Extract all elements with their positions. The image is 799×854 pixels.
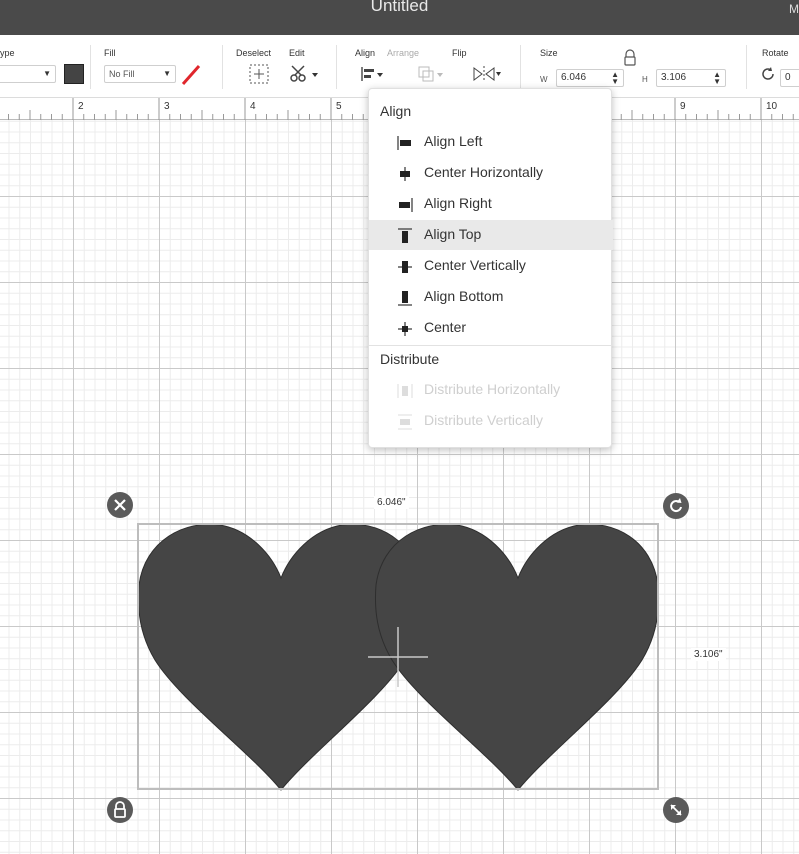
- menu-item-align-left[interactable]: Align Left: [369, 127, 613, 157]
- menu-item-label: Center: [424, 319, 467, 335]
- width-dimension-label: 6.046": [374, 496, 409, 509]
- align-menu-heading: Align: [380, 103, 412, 119]
- resize-arrows-icon: [670, 804, 682, 816]
- menu-item-label: Center Vertically: [424, 257, 526, 273]
- resize-handle[interactable]: [663, 797, 689, 823]
- center-horizontally-icon: [400, 167, 410, 181]
- distribute-menu-heading: Distribute: [380, 351, 440, 367]
- menu-item-distribute-vertically[interactable]: Distribute Vertically: [369, 406, 613, 436]
- menu-item-label: Align Left: [424, 133, 483, 149]
- delete-handle[interactable]: [107, 492, 133, 518]
- align-left-icon: [397, 136, 411, 150]
- lock-icon: [114, 801, 126, 818]
- menu-item-label: Distribute Horizontally: [424, 381, 561, 397]
- align-right-icon: [399, 198, 413, 212]
- rotate-handle[interactable]: [663, 493, 689, 519]
- center-vertically-icon: [398, 261, 412, 273]
- align-dropdown-menu: Align Align Left Center Horizontally Ali…: [368, 88, 613, 448]
- menu-item-label: Align Right: [424, 195, 492, 211]
- lock-handle[interactable]: [107, 797, 133, 823]
- menu-item-align-bottom[interactable]: Align Bottom: [369, 282, 613, 312]
- height-dimension-label: 3.106": [691, 648, 726, 661]
- selection-bounding-box: [137, 523, 659, 790]
- menu-item-align-right[interactable]: Align Right: [369, 189, 613, 219]
- menu-divider: [369, 345, 613, 346]
- menu-item-align-top[interactable]: Align Top: [369, 220, 613, 250]
- menu-item-label: Align Bottom: [424, 288, 504, 304]
- distribute-horizontally-icon: [397, 384, 413, 398]
- menu-item-label: Align Top: [424, 226, 482, 242]
- rotate-icon: [670, 498, 682, 513]
- close-icon: [114, 499, 126, 511]
- align-top-icon: [398, 228, 412, 243]
- align-bottom-icon: [398, 291, 412, 306]
- menu-item-center-horizontally[interactable]: Center Horizontally: [369, 158, 613, 188]
- menu-item-center[interactable]: Center: [369, 313, 613, 343]
- menu-item-distribute-horizontally[interactable]: Distribute Horizontally: [369, 375, 613, 405]
- menu-item-label: Distribute Vertically: [424, 412, 544, 428]
- menu-item-center-vertically[interactable]: Center Vertically: [369, 251, 613, 281]
- distribute-vertically-icon: [398, 414, 412, 430]
- menu-item-label: Center Horizontally: [424, 164, 544, 180]
- center-icon: [398, 322, 412, 336]
